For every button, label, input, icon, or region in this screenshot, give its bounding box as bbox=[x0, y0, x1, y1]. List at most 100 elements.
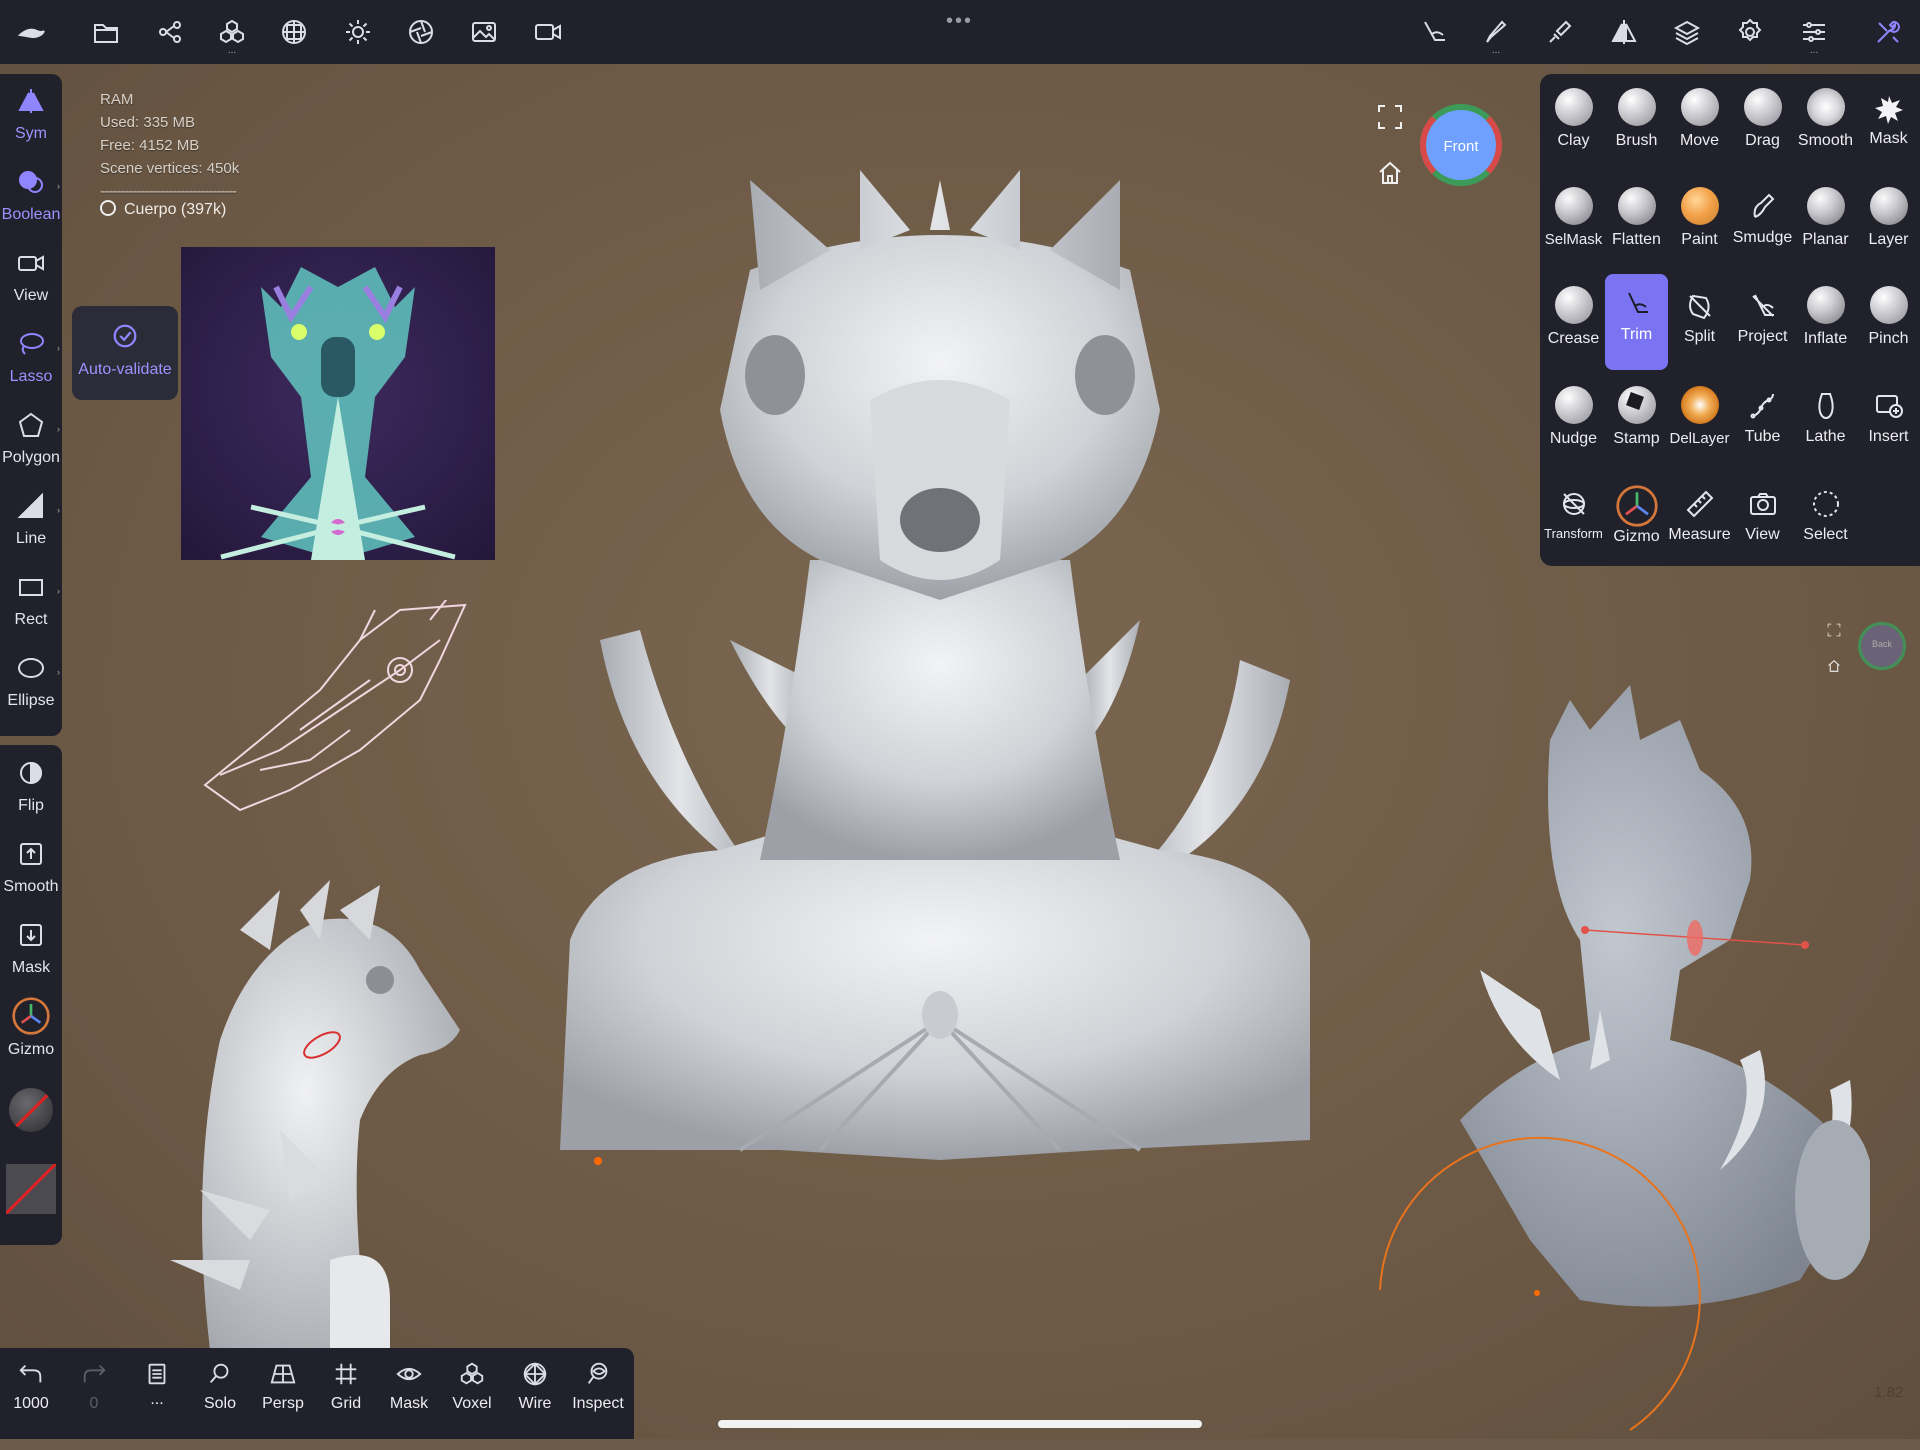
tool-measure[interactable]: Measure bbox=[1668, 474, 1731, 570]
persp-button[interactable]: Persp bbox=[252, 1354, 314, 1434]
multires-icon[interactable]: ... bbox=[208, 8, 256, 56]
files-icon[interactable] bbox=[82, 8, 130, 56]
home-indicator[interactable] bbox=[718, 1420, 1202, 1428]
tool-layer[interactable]: Layer bbox=[1857, 177, 1920, 273]
clay-icon bbox=[1554, 88, 1593, 126]
tool-move[interactable]: Move bbox=[1668, 78, 1731, 174]
tool-split-label: Split bbox=[1683, 328, 1716, 345]
material-swatch[interactable] bbox=[0, 1078, 62, 1148]
undo-button[interactable]: 1000 bbox=[0, 1354, 62, 1434]
tool-insert[interactable]: Insert bbox=[1857, 376, 1920, 472]
tool-mask[interactable]: Mask bbox=[0, 910, 62, 988]
tool-gizmo-panel[interactable]: Gizmo bbox=[1605, 474, 1668, 570]
auto-validate-button[interactable]: Auto-validate bbox=[72, 306, 178, 400]
brush-settings-icon[interactable]: ... bbox=[1472, 8, 1520, 56]
tool-dellayer[interactable]: DelLayer bbox=[1668, 376, 1731, 472]
tool-ellipse[interactable]: › Ellipse bbox=[0, 643, 62, 721]
tool-trim[interactable]: Trim bbox=[1605, 274, 1668, 370]
reference-image[interactable] bbox=[181, 247, 495, 560]
tool-split[interactable]: Split bbox=[1668, 276, 1731, 372]
tool-tube[interactable]: Tube bbox=[1731, 376, 1794, 472]
home-icon[interactable] bbox=[1375, 158, 1405, 188]
tool-paint[interactable]: Paint bbox=[1668, 177, 1731, 273]
tool-nudge[interactable]: Nudge bbox=[1542, 376, 1605, 472]
color-swatch[interactable] bbox=[0, 1156, 62, 1226]
tool-smudge[interactable]: Smudge bbox=[1731, 177, 1794, 273]
app-logo-icon[interactable] bbox=[8, 8, 56, 56]
tool-sym[interactable]: Sym bbox=[0, 76, 62, 154]
side-sculpt-left[interactable] bbox=[130, 880, 480, 1350]
solo-button[interactable]: Solo bbox=[189, 1354, 251, 1434]
tool-planar[interactable]: Planar bbox=[1794, 177, 1857, 273]
view-cube[interactable]: Front bbox=[1420, 104, 1502, 186]
redo-count: 0 bbox=[89, 1395, 99, 1412]
tool-boolean[interactable]: › Boolean bbox=[0, 157, 62, 235]
grid-button[interactable]: Grid bbox=[315, 1354, 377, 1434]
tool-gizmo[interactable]: Gizmo bbox=[0, 992, 62, 1068]
tool-select[interactable]: Select bbox=[1794, 474, 1857, 570]
tool-select-label: Select bbox=[1803, 526, 1848, 543]
main-sculpt-front[interactable] bbox=[520, 160, 1350, 1180]
window-more-dots[interactable]: ••• bbox=[946, 10, 973, 33]
camera-record-icon[interactable] bbox=[524, 8, 572, 56]
tool-view-capture[interactable]: View bbox=[1731, 474, 1794, 570]
tool-polygon[interactable]: › Polygon bbox=[0, 400, 62, 478]
tool-project[interactable]: Project bbox=[1731, 276, 1794, 372]
stroke-icon[interactable] bbox=[1536, 8, 1584, 56]
tool-smooth[interactable]: Smooth bbox=[0, 829, 62, 907]
flatten-icon bbox=[1617, 187, 1656, 225]
mesh-name: Cuerpo (397k) bbox=[124, 201, 227, 218]
voxel-button[interactable]: Voxel bbox=[441, 1354, 503, 1434]
tool-smooth-brush[interactable]: Smooth bbox=[1794, 78, 1857, 174]
fullscreen-icon[interactable] bbox=[1375, 102, 1405, 132]
fullscreen-small-icon[interactable] bbox=[1826, 622, 1842, 638]
wire-button[interactable]: Wire bbox=[504, 1354, 566, 1434]
mask-visibility-button[interactable]: Mask bbox=[378, 1354, 440, 1434]
tool-line[interactable]: › Line bbox=[0, 481, 62, 559]
tool-mask-brush[interactable]: Mask bbox=[1857, 78, 1920, 174]
tool-drag[interactable]: Drag bbox=[1731, 78, 1794, 174]
tool-crease[interactable]: Crease bbox=[1542, 276, 1605, 372]
tool-smooth-label: Smooth bbox=[3, 878, 59, 895]
tool-tube-label: Tube bbox=[1744, 428, 1781, 445]
inspect-button[interactable]: Inspect bbox=[567, 1354, 629, 1434]
wire-label: Wire bbox=[518, 1395, 552, 1412]
image-icon[interactable] bbox=[460, 8, 508, 56]
tool-lathe[interactable]: Lathe bbox=[1794, 376, 1857, 472]
tool-view[interactable]: View bbox=[0, 238, 62, 316]
project-icon bbox=[1751, 294, 1774, 317]
active-mesh-label[interactable]: Cuerpo (397k) bbox=[100, 200, 226, 219]
view-cube-small[interactable]: Back bbox=[1858, 622, 1906, 670]
tool-trim-label: Trim bbox=[1620, 326, 1653, 343]
tools-panel-icon[interactable] bbox=[1864, 8, 1912, 56]
tool-brush[interactable]: Brush bbox=[1605, 78, 1668, 174]
settings-gear-icon[interactable] bbox=[1726, 8, 1774, 56]
tool-measure-label: Measure bbox=[1668, 526, 1731, 543]
light-icon[interactable] bbox=[334, 8, 382, 56]
pivot-point[interactable] bbox=[594, 1157, 602, 1165]
tool-rect[interactable]: › Rect bbox=[0, 562, 62, 640]
topology-icon[interactable] bbox=[270, 8, 318, 56]
material-icon[interactable] bbox=[397, 8, 445, 56]
polygon-icon bbox=[18, 412, 44, 437]
layers-icon[interactable] bbox=[1663, 8, 1711, 56]
scene-list-button[interactable]: ... bbox=[126, 1354, 188, 1434]
tool-lasso[interactable]: › Lasso bbox=[0, 319, 62, 397]
interface-sliders-icon[interactable]: ... bbox=[1790, 8, 1838, 56]
brush-icon bbox=[1617, 88, 1656, 126]
tool-stamp[interactable]: Stamp bbox=[1605, 376, 1668, 472]
tool-clay[interactable]: Clay bbox=[1542, 78, 1605, 174]
rect-icon bbox=[19, 579, 43, 596]
redo-button[interactable]: 0 bbox=[63, 1354, 125, 1434]
tool-transform[interactable]: Transform bbox=[1542, 474, 1605, 570]
tool-mask-brush-label: Mask bbox=[1869, 130, 1908, 147]
trim-tool-icon[interactable] bbox=[1410, 8, 1458, 56]
tool-selmask[interactable]: SelMask bbox=[1542, 177, 1605, 273]
home-small-icon[interactable] bbox=[1826, 658, 1842, 674]
tool-pinch[interactable]: Pinch bbox=[1857, 276, 1920, 372]
tool-inflate[interactable]: Inflate bbox=[1794, 276, 1857, 372]
scene-graph-icon[interactable] bbox=[146, 8, 194, 56]
tool-flip[interactable]: Flip bbox=[0, 748, 62, 826]
symmetry-top-icon[interactable] bbox=[1600, 8, 1648, 56]
tool-flatten[interactable]: Flatten bbox=[1605, 177, 1668, 273]
